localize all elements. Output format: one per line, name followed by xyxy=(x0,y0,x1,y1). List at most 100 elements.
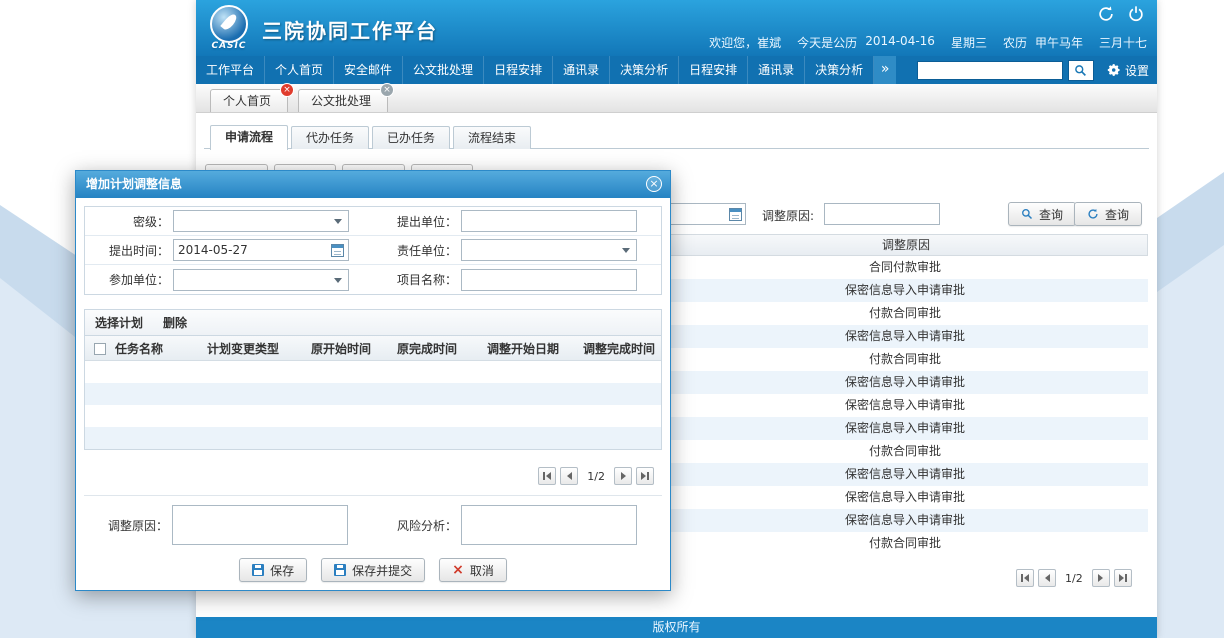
risk-analysis-textarea[interactable] xyxy=(461,505,637,545)
last-page-button[interactable] xyxy=(1114,569,1132,587)
dialog-titlebar[interactable]: 增加计划调整信息 × xyxy=(76,171,670,198)
participate-unit-select[interactable] xyxy=(173,269,349,291)
propose-unit-input[interactable] xyxy=(461,210,637,232)
secrecy-level-select[interactable] xyxy=(173,210,349,232)
column-header-adjust-reason: 调整原因 xyxy=(666,235,1146,255)
select-all-checkbox[interactable] xyxy=(94,343,106,355)
page-indicator: 1/2 xyxy=(1065,572,1083,585)
delete-button[interactable]: 删除 xyxy=(163,314,187,331)
content-tabbar: 申请流程 代办任务 已办任务 流程结束 xyxy=(204,125,1149,149)
nav-more-button[interactable]: » xyxy=(874,56,896,84)
list-pagination: 1/2 xyxy=(1016,569,1132,587)
nav-item-contacts[interactable]: 通讯录 xyxy=(553,56,610,84)
tab-apply-process[interactable]: 申请流程 xyxy=(210,125,288,150)
next-page-button[interactable] xyxy=(1092,569,1110,587)
adjust-reason-cell: 保密信息导入申请审批 xyxy=(665,325,1145,348)
settings-label: 设置 xyxy=(1125,62,1149,79)
adjust-reason-cell: 保密信息导入申请审批 xyxy=(665,486,1145,509)
tab-todo-tasks[interactable]: 代办任务 xyxy=(291,126,369,149)
column-header-adjust-start: 调整开始日期 xyxy=(487,340,583,357)
window-tab-personal-home[interactable]: 个人首页 × xyxy=(210,89,288,112)
close-icon[interactable]: × xyxy=(646,176,662,192)
last-page-button[interactable] xyxy=(636,467,654,485)
search-input[interactable] xyxy=(917,61,1063,80)
adjust-reason-filter-label: 调整原因: xyxy=(762,207,814,224)
save-icon xyxy=(334,564,346,576)
adjust-reason-filter-input[interactable] xyxy=(824,203,940,225)
window-tab-document-processing[interactable]: 公文批处理 × xyxy=(298,89,388,112)
window-tab-label: 个人首页 xyxy=(223,94,271,108)
adjust-reason-cell: 保密信息导入申请审批 xyxy=(665,463,1145,486)
adjust-reason-cell: 保密信息导入申请审批 xyxy=(665,394,1145,417)
casic-logo-emblem-icon xyxy=(210,5,248,43)
next-page-button[interactable] xyxy=(614,467,632,485)
nav-item-decision-analysis[interactable]: 决策分析 xyxy=(610,56,679,84)
gear-icon xyxy=(1107,63,1121,77)
welcome-user: 欢迎您，崔斌 xyxy=(709,34,781,51)
prev-page-button[interactable] xyxy=(560,467,578,485)
tab-done-tasks[interactable]: 已办任务 xyxy=(372,126,450,149)
calendar-icon[interactable] xyxy=(729,208,742,221)
nav-item-work-platform[interactable]: 工作平台 xyxy=(196,56,265,84)
casic-logo: CASIC xyxy=(206,5,252,51)
responsible-unit-select[interactable] xyxy=(461,239,637,261)
dialog-pagination: 1/2 xyxy=(538,467,654,485)
plan-table-header: 任务名称 计划变更类型 原开始时间 原完成时间 调整开始日期 调整完成时间 xyxy=(85,336,661,361)
welcome-bar: 欢迎您，崔斌 今天是公历 2014-04-16 星期三 农历 甲午马年 三月十七 xyxy=(709,34,1147,51)
nav-item-schedule[interactable]: 日程安排 xyxy=(484,56,553,84)
project-name-input[interactable] xyxy=(461,269,637,291)
refresh-icon[interactable] xyxy=(1097,5,1115,23)
header-actions xyxy=(1097,5,1145,23)
close-tab-icon[interactable]: × xyxy=(380,83,394,97)
prev-page-button[interactable] xyxy=(1038,569,1056,587)
propose-time-datepicker[interactable]: 2014-05-27 xyxy=(173,239,349,261)
save-button-label: 保存 xyxy=(270,562,294,579)
first-page-button[interactable] xyxy=(1016,569,1034,587)
page-indicator: 1/2 xyxy=(587,470,605,483)
nav-item-personal-home[interactable]: 个人首页 xyxy=(265,56,334,84)
secrecy-level-label: 密级： xyxy=(85,213,169,230)
first-page-button[interactable] xyxy=(538,467,556,485)
column-header-orig-start: 原开始时间 xyxy=(311,340,397,357)
save-and-submit-button-label: 保存并提交 xyxy=(352,562,412,579)
nav-item-document-processing[interactable]: 公文批处理 xyxy=(403,56,484,84)
nav-item-decision-analysis-2[interactable]: 决策分析 xyxy=(805,56,874,84)
power-icon[interactable] xyxy=(1127,5,1145,23)
nav-item-contacts-2[interactable]: 通讯录 xyxy=(748,56,805,84)
divider xyxy=(84,495,662,496)
query-button[interactable]: 查询 xyxy=(1008,202,1076,226)
today-prefix: 今天是公历 xyxy=(797,34,857,51)
search-icon xyxy=(1074,64,1087,77)
footer-copyright: 版权所有 xyxy=(196,617,1157,638)
search-icon xyxy=(1021,208,1033,220)
adjust-reason-cell: 保密信息导入申请审批 xyxy=(665,371,1145,394)
search-button[interactable] xyxy=(1068,60,1094,81)
save-and-submit-button[interactable]: 保存并提交 xyxy=(321,558,425,582)
settings-button[interactable]: 设置 xyxy=(1107,62,1149,79)
empty-table-row xyxy=(85,383,661,405)
adjust-reason-cell: 付款合同审批 xyxy=(665,302,1145,325)
adjust-reason-cell: 付款合同审批 xyxy=(665,440,1145,463)
adjust-reason-cell: 付款合同审批 xyxy=(665,532,1145,555)
calendar-icon[interactable] xyxy=(331,244,344,257)
nav-item-schedule-2[interactable]: 日程安排 xyxy=(679,56,748,84)
adjust-reason-textarea[interactable] xyxy=(172,505,348,545)
column-header-adjust-finish: 调整完成时间 xyxy=(583,340,661,357)
close-tab-icon[interactable]: × xyxy=(280,83,294,97)
query-refresh-button[interactable]: 查询 xyxy=(1074,202,1142,226)
nav-item-secure-mail[interactable]: 安全邮件 xyxy=(334,56,403,84)
tab-process-end[interactable]: 流程结束 xyxy=(453,126,531,149)
nav-right-tools: 设置 xyxy=(917,56,1157,84)
window-tabstrip: 个人首页 × 公文批处理 × xyxy=(196,84,1157,113)
dialog-bottom-form: 调整原因： 风险分析： xyxy=(84,505,662,545)
query-refresh-button-label: 查询 xyxy=(1105,206,1129,223)
cancel-button[interactable]: × 取消 xyxy=(439,558,507,582)
date-filter-input[interactable] xyxy=(660,203,746,225)
save-button[interactable]: 保存 xyxy=(239,558,307,582)
adjust-reason-cell: 付款合同审批 xyxy=(665,348,1145,371)
cancel-button-label: 取消 xyxy=(470,562,494,579)
column-header-orig-finish: 原完成时间 xyxy=(397,340,487,357)
select-plan-button[interactable]: 选择计划 xyxy=(95,314,143,331)
cancel-x-icon: × xyxy=(452,563,464,577)
save-icon xyxy=(252,564,264,576)
